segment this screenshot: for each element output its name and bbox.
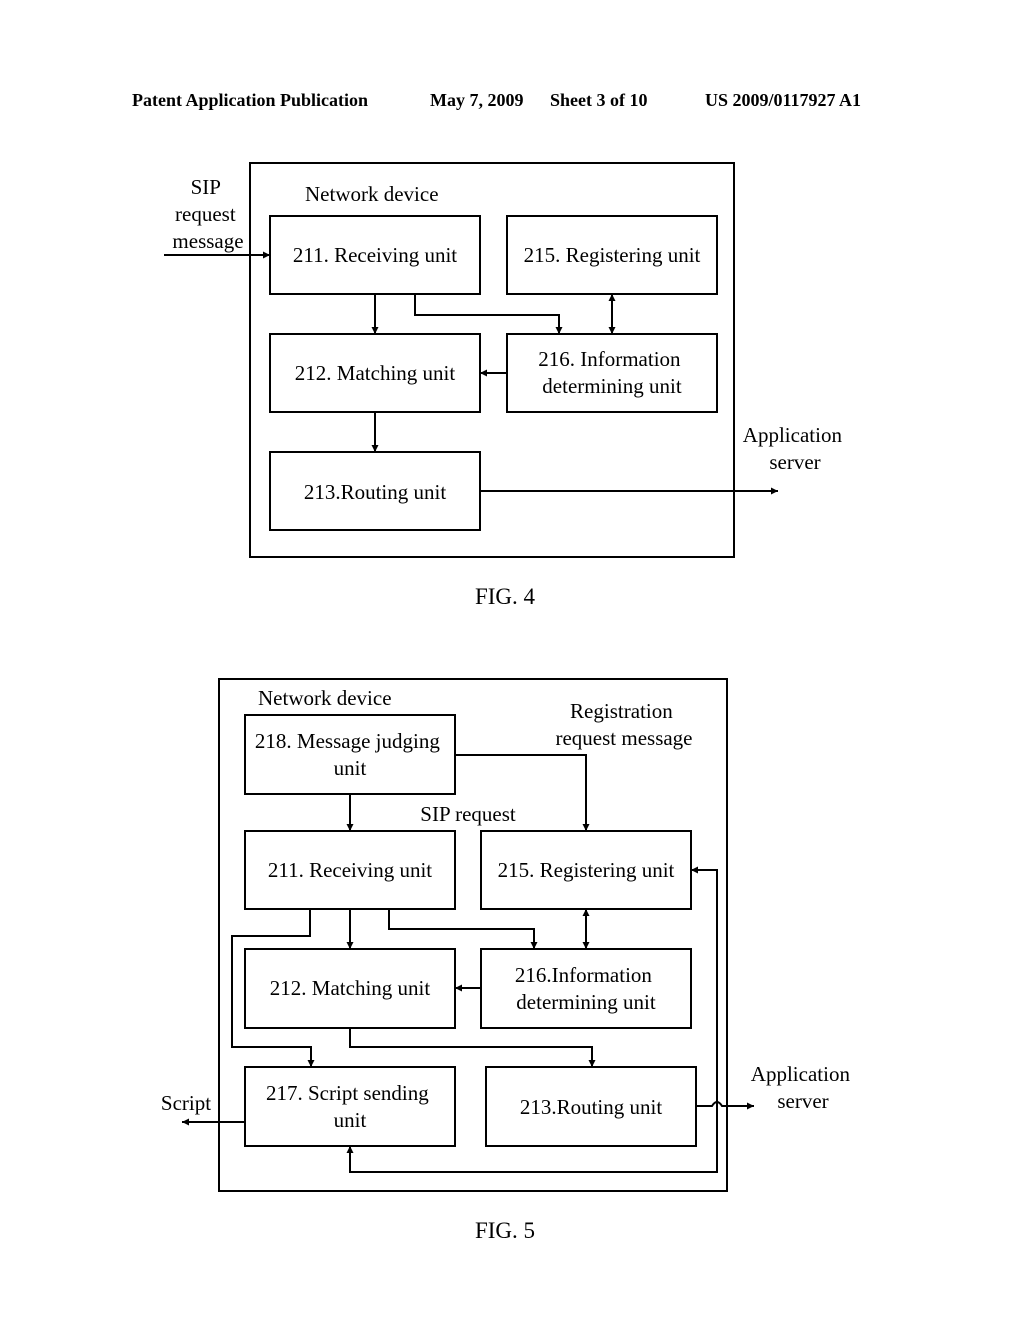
fig4-unit-211-label: 211. Receiving unit	[293, 243, 457, 267]
fig5-output-label-line: Application	[751, 1062, 851, 1086]
fig4-unit-211: 211. Receiving unit	[269, 215, 481, 295]
fig4-unit-212-label: 212. Matching unit	[295, 361, 456, 385]
fig4-caption: FIG. 4	[475, 584, 536, 609]
fig5-unit-217: 217. Script sending unit	[244, 1066, 456, 1147]
fig4-arrow-211-216	[414, 294, 563, 334]
fig4-output-label: Application server	[743, 423, 847, 474]
fig5-container-label: Network device	[258, 686, 392, 710]
fig5-unit-216: 216.Information determining unit	[480, 948, 692, 1029]
fig4-unit-216: 216. Information determining unit	[506, 333, 718, 413]
fig5-unit-211-label: 211. Receiving unit	[268, 858, 432, 882]
fig5-unit-213-label: 213.Routing unit	[520, 1095, 663, 1119]
fig5-output-label-line: server	[777, 1089, 828, 1113]
fig5-unit-217-label-line: unit	[334, 1108, 367, 1132]
fig4-output-label-line: Application	[743, 423, 843, 447]
fig4-container-label: Network device	[305, 182, 439, 206]
figures-canvas: Network device SIP request message 211. …	[161, 162, 855, 1243]
fig5-registration-label: Registration request message	[555, 699, 692, 750]
fig5-script-label: Script	[161, 1091, 211, 1115]
fig4-unit-215-label: 215. Registering unit	[524, 243, 701, 267]
fig4-input-label-line: message	[172, 229, 243, 253]
fig5-unit-218: 218. Message judging unit	[244, 714, 456, 795]
fig4-unit-216-label-line: determining unit	[542, 374, 682, 398]
fig5-output-label: Application server	[751, 1062, 855, 1113]
fig4-unit-213: 213.Routing unit	[269, 451, 481, 531]
fig5-caption: FIG. 5	[475, 1218, 535, 1243]
fig4-unit-216-label-line: 216. Information	[538, 347, 681, 371]
fig5-unit-217-label-line: 217. Script sending	[266, 1081, 429, 1105]
fig5-unit-212-label: 212. Matching unit	[270, 976, 431, 1000]
fig5-arrow-213-output	[696, 1101, 754, 1110]
fig5-unit-213: 213.Routing unit	[485, 1066, 697, 1147]
fig4-unit-212: 212. Matching unit	[269, 333, 481, 413]
fig4-output-label-line: server	[769, 450, 820, 474]
fig4-unit-213-label: 213.Routing unit	[304, 480, 447, 504]
fig5-sip-request-label: SIP request	[420, 802, 516, 826]
fig5-unit-215-label: 215. Registering unit	[498, 858, 675, 882]
fig5-unit-211: 211. Receiving unit	[244, 830, 456, 910]
fig5-unit-212: 212. Matching unit	[244, 948, 456, 1029]
fig5-unit-216-label-line: 216.Information	[515, 963, 653, 987]
fig5-unit-215: 215. Registering unit	[480, 830, 692, 910]
fig5-unit-218-label-line: unit	[334, 756, 367, 780]
fig5-unit-218-label-line: 218. Message judging	[255, 729, 440, 753]
fig5-unit-216-label-line: determining unit	[516, 990, 656, 1014]
fig4-unit-215: 215. Registering unit	[506, 215, 718, 295]
fig4-input-label-line: request	[175, 202, 236, 226]
fig5-registration-label-line: Registration	[570, 699, 673, 723]
fig4-input-label-line: SIP	[191, 175, 221, 199]
fig5-registration-label-line: request message	[555, 726, 692, 750]
fig4-input-label: SIP request message	[172, 175, 243, 253]
fig4: Network device SIP request message 211. …	[164, 162, 847, 609]
fig5: Network device Registration request mess…	[161, 678, 855, 1243]
fig5-arrow-212-213	[349, 1028, 596, 1067]
fig5-arrow-211-216	[388, 909, 538, 949]
